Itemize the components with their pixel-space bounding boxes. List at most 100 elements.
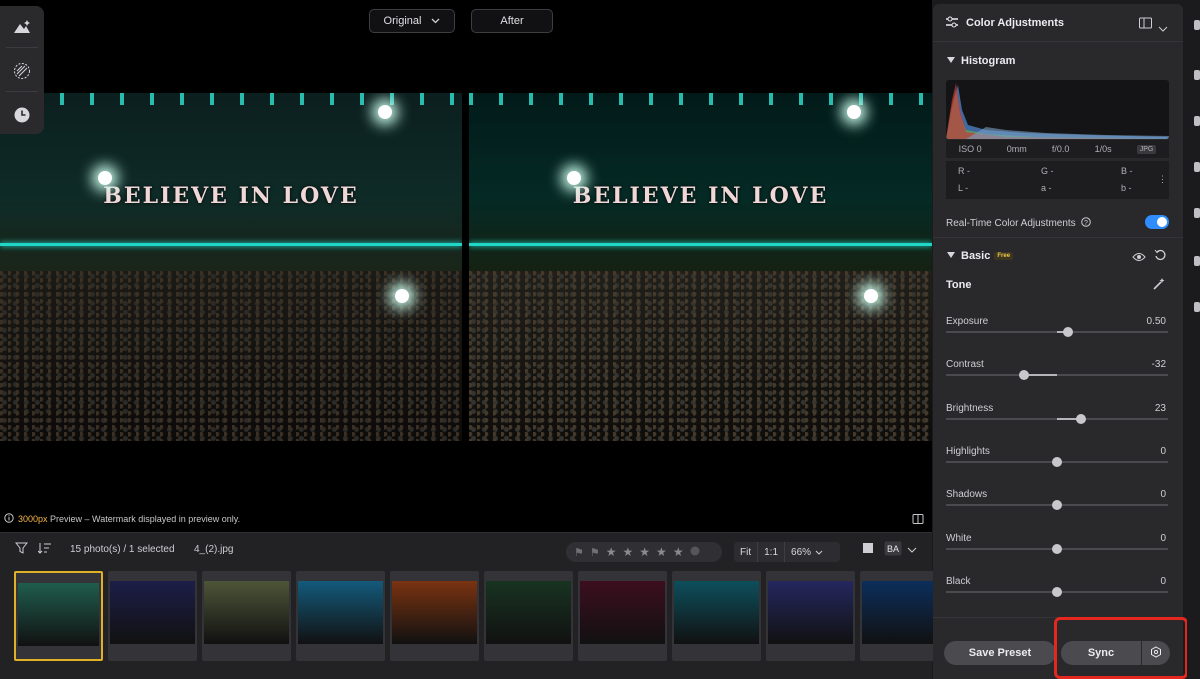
preview-resolution: 3000px: [18, 514, 48, 524]
edge-tool-icon[interactable]: [1194, 208, 1200, 218]
slider-value[interactable]: 0: [1160, 489, 1166, 500]
edge-tool-icon[interactable]: [1194, 116, 1200, 126]
realtime-toggle[interactable]: [1145, 215, 1169, 229]
after-button[interactable]: After: [471, 9, 553, 33]
slider-value[interactable]: -32: [1152, 359, 1166, 370]
thumbnail-image: [768, 581, 853, 644]
collapse-triangle-icon: [947, 57, 955, 63]
original-photo: BELIEVE IN LOVE: [0, 93, 462, 441]
star-icon[interactable]: ★: [639, 545, 650, 559]
sort-icon[interactable]: [37, 542, 52, 557]
save-preset-button[interactable]: Save Preset: [944, 641, 1056, 665]
slider-knob[interactable]: [1052, 586, 1062, 597]
b-readout: B -: [1121, 166, 1133, 176]
reset-icon[interactable]: [1154, 249, 1167, 267]
star-icon[interactable]: ★: [673, 545, 684, 559]
thumbnail[interactable]: [672, 571, 761, 661]
slider-track[interactable]: [946, 586, 1168, 597]
thumbnail-image: [674, 581, 759, 644]
filmstrip-toolbar: 15 photo(s) / 1 selected 4_(2).jpg ⚑ ⚑ ★…: [0, 541, 932, 563]
zoom-percent-dropdown[interactable]: 66%: [785, 542, 829, 562]
histogram-section-toggle[interactable]: Histogram: [947, 55, 1015, 67]
slider-label: Exposure: [946, 316, 989, 327]
zoom-1to1-button[interactable]: 1:1: [758, 542, 786, 562]
slider-track[interactable]: [946, 456, 1168, 467]
eye-icon[interactable]: [1132, 250, 1146, 268]
reject-flag-icon[interactable]: ⚑: [590, 546, 600, 559]
split-view-icon[interactable]: [912, 512, 924, 524]
thumbnail[interactable]: [484, 571, 573, 661]
history-clock-icon[interactable]: [10, 103, 34, 127]
single-view-icon[interactable]: [862, 542, 874, 557]
banner-text: BELIEVE IN LOVE: [103, 183, 359, 210]
star-icon[interactable]: ★: [606, 545, 617, 559]
slider-label: Contrast: [946, 359, 984, 371]
after-label: After: [500, 15, 524, 27]
slider-knob[interactable]: [1052, 456, 1062, 467]
landscape-tool-icon[interactable]: [10, 15, 34, 39]
slider-label: White: [946, 532, 972, 544]
slider-value[interactable]: 0: [1160, 576, 1166, 587]
thumbnail[interactable]: [766, 571, 855, 661]
panel-layout-icon[interactable]: [1139, 16, 1152, 34]
texture-tool-icon[interactable]: [10, 59, 34, 83]
slider-knob[interactable]: [1076, 413, 1087, 424]
chevron-down-icon: [431, 15, 440, 27]
slider-label: Highlights: [946, 445, 990, 457]
thumbnail[interactable]: [296, 571, 385, 661]
edge-tool-icon[interactable]: [1194, 70, 1200, 80]
thumbnail[interactable]: [14, 571, 103, 661]
info-icon: [4, 513, 14, 525]
slider-track[interactable]: [946, 413, 1168, 424]
tone-title: Tone: [946, 279, 972, 291]
app-window: Original After BELIEVE IN LOVE BELIEVE I…: [0, 0, 1200, 679]
edge-tool-icon[interactable]: [1194, 256, 1200, 266]
slider-track[interactable]: [946, 327, 1168, 337]
thumbnail-image: [18, 583, 99, 646]
thumbnail-image: [204, 581, 289, 644]
basic-section-toggle[interactable]: Basic Free: [947, 250, 1014, 262]
iso-value: ISO 0: [958, 144, 982, 154]
histogram: [946, 80, 1169, 139]
flag-icon[interactable]: ⚑: [574, 546, 584, 559]
slider-knob[interactable]: [1063, 327, 1074, 337]
slider-knob[interactable]: [1018, 370, 1029, 381]
histogram-title: Histogram: [961, 55, 1016, 67]
thumbnail-list: [14, 571, 949, 661]
thumbnail[interactable]: [108, 571, 197, 661]
chevron-down-icon[interactable]: [907, 545, 917, 556]
thumbnail[interactable]: [390, 571, 479, 661]
panel-title: Color Adjustments: [966, 17, 1064, 29]
slider-value[interactable]: 0: [1160, 533, 1166, 544]
edge-tool-icon[interactable]: [1194, 302, 1200, 312]
auto-magic-wand-icon[interactable]: [1152, 277, 1166, 296]
star-icon[interactable]: ★: [623, 545, 634, 559]
slider-track[interactable]: [946, 370, 1168, 381]
sync-highlight-box: [1054, 617, 1188, 679]
edge-tool-icon[interactable]: [1194, 162, 1200, 172]
slider-track[interactable]: [946, 543, 1168, 554]
slider-value[interactable]: 0.50: [1147, 316, 1166, 327]
more-icon[interactable]: ⋮: [1158, 174, 1167, 185]
slider-knob[interactable]: [1052, 500, 1062, 511]
filter-icon[interactable]: [14, 542, 29, 557]
compare-mode-dropdown[interactable]: Original: [369, 9, 455, 33]
tool-rail: [0, 6, 44, 134]
star-icon[interactable]: ★: [656, 545, 667, 559]
thumbnail-image: [580, 581, 665, 644]
thumbnail[interactable]: [578, 571, 667, 661]
thumbnail-image: [298, 581, 383, 644]
slider-value[interactable]: 0: [1160, 446, 1166, 457]
thumbnail[interactable]: [202, 571, 291, 661]
slider-value[interactable]: 23: [1155, 403, 1166, 414]
chevron-down-icon[interactable]: [1158, 19, 1168, 37]
help-icon[interactable]: ?: [1078, 217, 1092, 229]
slider-track[interactable]: [946, 500, 1168, 511]
edge-tool-icon[interactable]: [1194, 20, 1200, 30]
zoom-fit-button[interactable]: Fit: [734, 542, 759, 562]
slider-knob[interactable]: [1052, 543, 1062, 554]
compare-mode-label: Original: [383, 15, 422, 27]
before-after-view-icon[interactable]: BA: [884, 541, 902, 559]
color-label-dot-icon[interactable]: [690, 546, 700, 559]
a-readout: a -: [1041, 183, 1052, 193]
